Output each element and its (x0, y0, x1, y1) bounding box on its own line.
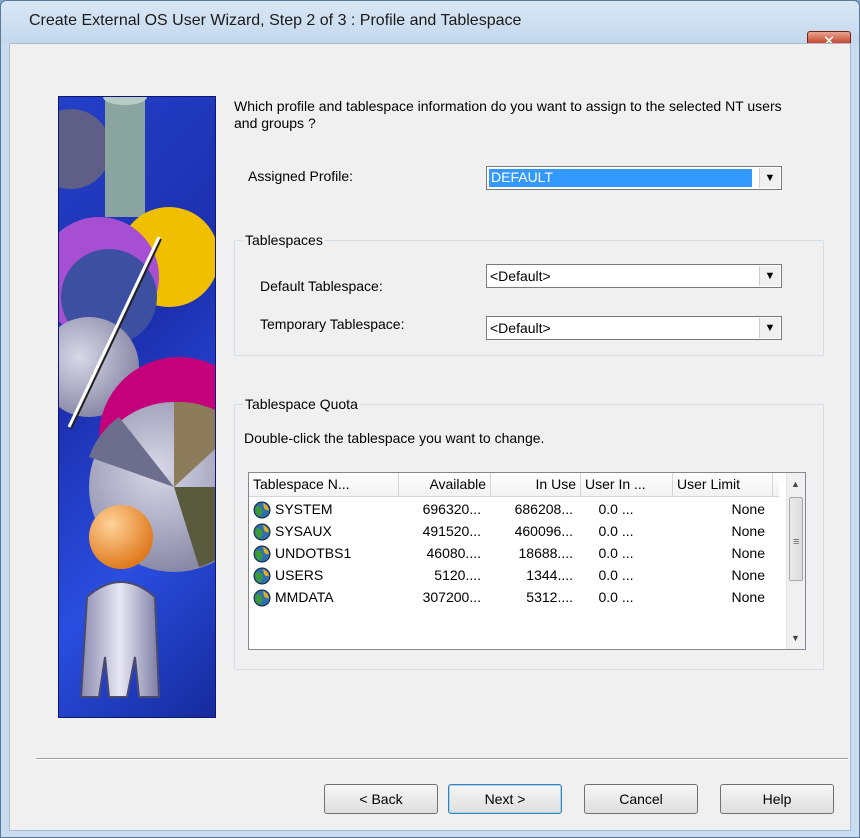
cancel-button[interactable]: Cancel (584, 784, 698, 814)
table-row[interactable]: USERS 5120.... 1344.... 0.0 ... None (249, 565, 779, 587)
window-title: Create External OS User Wizard, Step 2 o… (29, 12, 522, 29)
tablespace-globe-icon (253, 501, 271, 519)
table-cell: None (731, 523, 765, 539)
table-cell: None (731, 567, 765, 583)
table-cell: SYSAUX (275, 523, 332, 539)
table-row[interactable]: MMDATA 307200... 5312.... 0.0 ... None (249, 587, 779, 609)
wizard-illustration-graphic (59, 97, 215, 698)
table-cell: 686208... (514, 501, 573, 517)
table-cell: 5312.... (526, 589, 573, 605)
wizard-illustration (58, 96, 216, 718)
scrollbar-thumb[interactable]: ≡ (789, 497, 803, 581)
help-button[interactable]: Help (720, 784, 834, 814)
table-cell: 1344.... (526, 567, 573, 583)
assigned-profile-value: DEFAULT (489, 169, 752, 187)
column-header-user-limit[interactable]: User Limit (673, 473, 773, 497)
table-cell: SYSTEM (275, 501, 333, 517)
tablespace-globe-icon (253, 589, 271, 607)
table-cell: 696320... (422, 501, 481, 517)
list-header: Tablespace N... Available In Use User In… (249, 473, 779, 497)
default-tablespace-value: <Default> (490, 268, 551, 284)
table-cell: MMDATA (275, 589, 334, 605)
table-cell: 0.0 ... (598, 545, 634, 561)
temporary-tablespace-select[interactable]: <Default> ▼ (486, 316, 782, 340)
tablespace-globe-icon (253, 545, 271, 563)
table-row[interactable]: SYSTEM 696320... 686208... 0.0 ... None (249, 499, 779, 521)
table-cell: 460096... (514, 523, 573, 539)
default-tablespace-select[interactable]: <Default> ▼ (486, 264, 782, 288)
default-tablespace-label: Default Tablespace: (260, 278, 383, 294)
question-text: Which profile and tablespace information… (234, 98, 782, 131)
temporary-tablespace-label: Temporary Tablespace: (260, 316, 405, 332)
table-row[interactable]: SYSAUX 491520... 460096... 0.0 ... None (249, 521, 779, 543)
table-cell: 0.0 ... (598, 567, 634, 583)
table-cell: 491520... (422, 523, 481, 539)
button-separator (36, 758, 848, 760)
table-cell: 307200... (422, 589, 481, 605)
scroll-down-icon[interactable]: ▼ (791, 633, 800, 643)
quota-instruction: Double-click the tablespace you want to … (244, 430, 545, 446)
wizard-window: Create External OS User Wizard, Step 2 o… (0, 0, 860, 838)
title-bar[interactable]: Create External OS User Wizard, Step 2 o… (1, 1, 859, 53)
table-cell: 0.0 ... (598, 589, 634, 605)
tablespaces-group-title: Tablespaces (243, 232, 325, 248)
chevron-down-icon[interactable]: ▼ (759, 318, 780, 338)
table-cell: 0.0 ... (598, 523, 634, 539)
assigned-profile-label: Assigned Profile: (248, 168, 354, 184)
table-cell: UNDOTBS1 (275, 545, 352, 561)
assigned-profile-select[interactable]: DEFAULT ▼ (486, 166, 782, 190)
table-cell: USERS (275, 567, 324, 583)
chevron-down-icon[interactable]: ▼ (759, 168, 780, 188)
list-scrollbar[interactable]: ▲ ≡ ▼ (786, 473, 805, 649)
back-button[interactable]: < Back (324, 784, 438, 814)
temporary-tablespace-value: <Default> (490, 320, 551, 336)
table-cell: 18688.... (518, 545, 574, 561)
tablespace-quota-list[interactable]: Tablespace N... Available In Use User In… (248, 472, 806, 650)
scroll-up-icon[interactable]: ▲ (791, 479, 800, 489)
table-cell: None (731, 589, 765, 605)
table-cell: None (731, 501, 765, 517)
table-cell: 46080.... (426, 545, 482, 561)
table-row[interactable]: UNDOTBS1 46080.... 18688.... 0.0 ... None (249, 543, 779, 565)
next-button[interactable]: Next > (448, 784, 562, 814)
wizard-body: Which profile and tablespace information… (9, 43, 851, 831)
table-cell: 0.0 ... (598, 501, 634, 517)
tablespace-globe-icon (253, 523, 271, 541)
column-header-tablespace[interactable]: Tablespace N... (249, 473, 399, 497)
column-header-user-in[interactable]: User In ... (581, 473, 673, 497)
column-header-in-use[interactable]: In Use (491, 473, 581, 497)
column-header-available[interactable]: Available (399, 473, 491, 497)
table-cell: 5120.... (434, 567, 481, 583)
table-cell: None (731, 545, 765, 561)
grip-icon: ≡ (793, 536, 800, 548)
tablespace-quota-group-title: Tablespace Quota (243, 396, 360, 412)
chevron-down-icon[interactable]: ▼ (759, 266, 780, 286)
tablespace-globe-icon (253, 567, 271, 585)
